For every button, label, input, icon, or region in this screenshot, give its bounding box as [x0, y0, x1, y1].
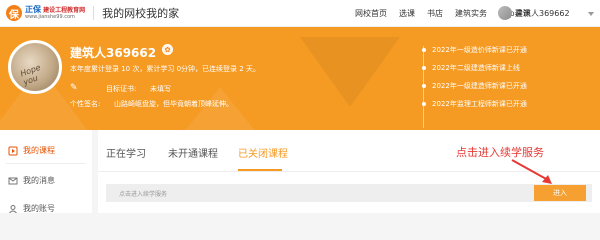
nav-home[interactable]: 网校首页: [355, 8, 387, 19]
signature-value: 山路崎岖盘旋，但毕竟朝着顶峰延伸。: [114, 100, 233, 108]
site-title: 我的网校我的家: [102, 7, 180, 20]
nav-bookstore[interactable]: 书店: [427, 8, 443, 19]
top-header: 保 正保 建设工程教育网 www.jianshe99.com 我的网校我的家 网…: [0, 0, 600, 27]
news-item[interactable]: 2022年监理工程师新课已开通: [422, 95, 592, 113]
sidebar: 我的课程 我的消息 我的账号: [0, 130, 92, 213]
avatar[interactable]: [498, 6, 512, 20]
logo-name: 建设工程教育网: [43, 6, 86, 14]
course-icon: [8, 146, 18, 156]
message-icon: [8, 176, 18, 186]
enter-button[interactable]: 进入: [534, 185, 586, 201]
edit-icon[interactable]: ✎: [70, 83, 78, 93]
sidebar-item-account[interactable]: 我的账号: [8, 203, 55, 213]
page: 保 正保 建设工程教育网 www.jianshe99.com 我的网校我的家 网…: [0, 0, 600, 213]
news-item[interactable]: 2022年一级造价师新课已开通: [422, 41, 592, 59]
sidebar-divider: [6, 163, 86, 164]
header-divider: [93, 6, 95, 20]
tab-not-opened[interactable]: 未开通课程: [168, 145, 218, 160]
profile-banner: Hope you 建筑人369662 ✿ 本年度累计登录 10 次，累计学习 0…: [0, 27, 600, 130]
logo-mark: 保: [6, 5, 22, 21]
renewal-entry-bar: 点击进入续学服务: [106, 184, 592, 202]
site-logo[interactable]: 保 正保 建设工程教育网 www.jianshe99.com: [6, 5, 85, 21]
tab-studying[interactable]: 正在学习: [106, 145, 146, 160]
news-item[interactable]: 2022年一级建造师新课已开通: [422, 77, 592, 95]
logo-brand: 正保: [25, 4, 41, 14]
goal-value: 未填写: [150, 85, 171, 93]
goal-label: 目标证书:: [106, 85, 137, 93]
nav-construction-practice[interactable]: 建筑实务: [455, 8, 487, 19]
signature-label: 个性签名:: [70, 100, 101, 108]
active-tab-indicator: [238, 169, 282, 171]
renewal-entry-text: 点击进入续学服务: [119, 191, 168, 198]
news-item[interactable]: 2022年二级建造师新课上线: [422, 59, 592, 77]
sidebar-item-label: 我的课程: [23, 146, 55, 155]
profile-avatar[interactable]: Hope you: [8, 40, 62, 94]
logo-url: www.jianshe99.com: [25, 13, 75, 20]
news-list: 2022年一级造价师新课已开通 2022年二级建造师新课上线 2022年一级建造…: [422, 41, 592, 113]
header-username[interactable]: 建筑人369662: [515, 8, 570, 19]
sidebar-item-label: 我的账号: [23, 204, 55, 213]
avatar-image-text: Hope you: [19, 62, 42, 87]
sidebar-item-messages[interactable]: 我的消息: [8, 175, 55, 186]
account-icon: [8, 204, 18, 214]
chevron-down-icon[interactable]: [588, 12, 594, 16]
tab-closed[interactable]: 已关闭课程: [238, 145, 288, 160]
sidebar-item-label: 我的消息: [23, 176, 55, 185]
nav-course-select[interactable]: 选课: [399, 8, 415, 19]
profile-name: 建筑人369662: [70, 46, 157, 60]
level-badge-icon: ✿: [162, 44, 173, 55]
main-panel: 正在学习 未开通课程 已关闭课程 点击进入续学服务 点击进入续学服务 进入: [98, 130, 600, 213]
login-stats: 本年度累计登录 10 次，累计学习 0分钟，已连续登录 2 天。: [70, 65, 260, 73]
sidebar-item-courses[interactable]: 我的课程: [8, 145, 55, 156]
